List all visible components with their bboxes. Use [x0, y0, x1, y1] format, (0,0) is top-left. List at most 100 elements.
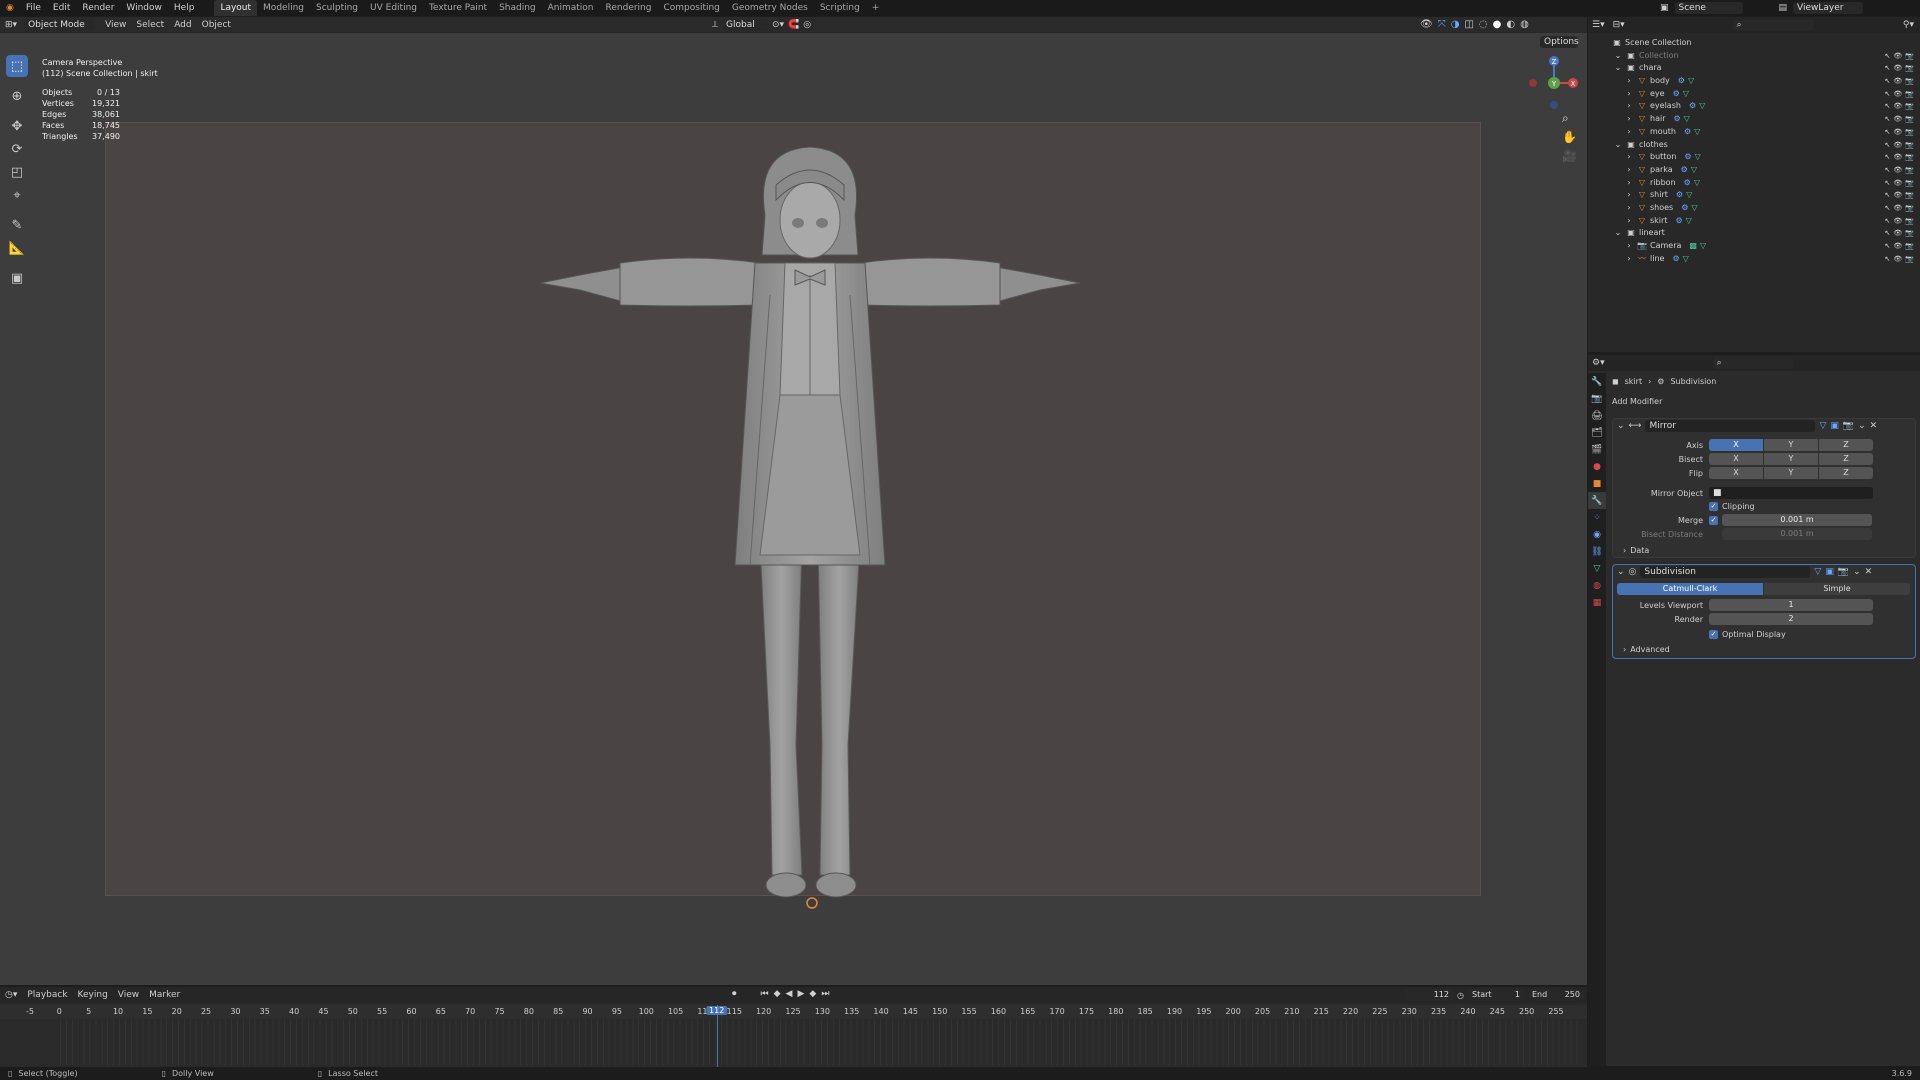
mesh-data-icon[interactable]: ▽	[1686, 189, 1692, 202]
eye-icon[interactable]: 👁	[1893, 62, 1902, 75]
merge-checkbox[interactable]: ✓	[1709, 515, 1718, 525]
select-toggle-icon[interactable]: ↖	[1885, 100, 1891, 113]
render-toggle-icon[interactable]: 📷	[1843, 421, 1854, 431]
menu-timeline-view[interactable]: View	[113, 987, 144, 1003]
expand-chevron-icon[interactable]: ›	[1624, 253, 1634, 266]
outliner-row-line[interactable]: › 〰 line ⚙ ▽ ↖ 👁 📷	[1588, 253, 1920, 266]
eye-icon[interactable]: 👁	[1893, 126, 1902, 139]
modifier-indicator-icon[interactable]: ⚙	[1684, 177, 1691, 190]
eye-icon[interactable]: 👁	[1893, 113, 1902, 126]
options-button[interactable]: Options	[1540, 36, 1579, 48]
eye-icon[interactable]: 👁	[1893, 139, 1902, 152]
expand-chevron-icon[interactable]: ›	[1624, 88, 1634, 101]
select-toggle-icon[interactable]: ↖	[1885, 75, 1891, 88]
eye-icon[interactable]: 👁	[1893, 240, 1902, 253]
play-reverse-icon[interactable]: ◀	[786, 989, 793, 999]
rendered-shading-icon[interactable]: ◍	[1520, 19, 1529, 30]
modifier-indicator-icon[interactable]: ⚙	[1672, 253, 1679, 266]
outliner-row-button[interactable]: › ▽ button ⚙ ▽ ↖ 👁 📷	[1588, 151, 1920, 164]
bisect-y-toggle[interactable]: Y	[1764, 453, 1818, 465]
select-toggle-icon[interactable]: ↖	[1885, 215, 1891, 228]
expand-chevron-icon[interactable]: ›	[1624, 164, 1634, 177]
modifier-indicator-icon[interactable]: ⚙	[1675, 215, 1682, 228]
eye-icon[interactable]: 👁	[1893, 189, 1902, 202]
eye-icon[interactable]: 👁	[1893, 227, 1902, 240]
rotate-tool-icon[interactable]: ⟳	[6, 138, 28, 160]
modifier-indicator-icon[interactable]: ⚙	[1681, 164, 1688, 177]
mesh-data-icon[interactable]: ▽	[1683, 253, 1689, 266]
axis-y-toggle[interactable]: Y	[1764, 439, 1818, 451]
outliner-row-mouth[interactable]: › ▽ mouth ⚙ ▽ ↖ 👁 📷	[1588, 126, 1920, 139]
expand-chevron-icon[interactable]: ⌄	[1613, 50, 1623, 63]
menu-file[interactable]: File	[20, 0, 47, 16]
mesh-data-icon[interactable]: ▽	[1700, 240, 1706, 253]
expand-chevron-icon[interactable]: ›	[1624, 75, 1634, 88]
render-camera-icon[interactable]: 📷	[1905, 88, 1914, 101]
view-layer-selector[interactable]: ViewLayer	[1793, 2, 1864, 14]
tool-tab-icon[interactable]: 🔧	[1588, 373, 1606, 390]
overlay-icon[interactable]: ◑	[1451, 19, 1460, 30]
outliner-row-hair[interactable]: › ▽ hair ⚙ ▽ ↖ 👁 📷	[1588, 113, 1920, 126]
flip-z-toggle[interactable]: Z	[1819, 467, 1873, 479]
menu-render[interactable]: Render	[76, 0, 120, 16]
modifier-indicator-icon[interactable]: ⚙	[1684, 151, 1691, 164]
collapse-chevron-icon[interactable]: ⌄	[1617, 421, 1625, 431]
render-camera-icon[interactable]: 📷	[1905, 50, 1914, 63]
expand-chevron-icon[interactable]: ›	[1624, 126, 1634, 139]
texture-tab-icon[interactable]: ▦	[1588, 594, 1606, 611]
menu-playback[interactable]: Playback	[22, 987, 72, 1003]
modifier-tab-icon[interactable]: 🔧	[1588, 492, 1606, 509]
edit-mode-toggle-icon[interactable]: ▽	[1814, 567, 1821, 577]
expand-chevron-icon[interactable]: ⌄	[1613, 139, 1623, 152]
modifier-indicator-icon[interactable]: ⚙	[1684, 126, 1691, 139]
axis-x-toggle[interactable]: X	[1709, 439, 1763, 451]
render-camera-icon[interactable]: 📷	[1905, 189, 1914, 202]
select-toggle-icon[interactable]: ↖	[1885, 88, 1891, 101]
outliner-row-skirt[interactable]: › ▽ skirt ⚙ ▽ ↖ 👁 📷	[1588, 215, 1920, 228]
expand-chevron-icon[interactable]: ›	[1624, 202, 1634, 215]
select-toggle-icon[interactable]: ↖	[1885, 113, 1891, 126]
mesh-data-icon[interactable]: ▽	[1691, 164, 1697, 177]
outliner-row-lineart[interactable]: ⌄ ▣ lineart ↖ 👁 📷	[1588, 227, 1920, 240]
render-camera-icon[interactable]: 📷	[1905, 151, 1914, 164]
outliner-row-eye[interactable]: › ▽ eye ⚙ ▽ ↖ 👁 📷	[1588, 88, 1920, 101]
transform-tool-icon[interactable]: ⌖	[6, 184, 28, 206]
merge-distance-field[interactable]: 0.001 m	[1722, 514, 1872, 526]
prev-keyframe-icon[interactable]: ◆	[774, 989, 781, 999]
simple-toggle[interactable]: Simple	[1764, 583, 1910, 595]
modifier-indicator-icon[interactable]: ⚙	[1673, 88, 1680, 101]
expand-chevron-icon[interactable]: ›	[1624, 151, 1634, 164]
mesh-data-icon[interactable]: ▽	[1688, 75, 1694, 88]
select-toggle-icon[interactable]: ↖	[1885, 62, 1891, 75]
render-camera-icon[interactable]: 📷	[1905, 113, 1914, 126]
select-toggle-icon[interactable]: ↖	[1885, 202, 1891, 215]
render-camera-icon[interactable]: 📷	[1905, 253, 1914, 266]
eye-icon[interactable]: 👁	[1893, 177, 1902, 190]
mirror-object-field[interactable]: ■	[1709, 487, 1873, 499]
pivot-icon[interactable]: ⊙▾	[772, 20, 784, 30]
outliner-row-eyelash[interactable]: › ▽ eyelash ⚙ ▽ ↖ 👁 📷	[1588, 100, 1920, 113]
timeline-editor-icon[interactable]: ◷▾	[0, 987, 22, 1003]
outliner-editor-icon[interactable]: ☰▾	[1592, 20, 1605, 30]
outliner-row-body[interactable]: › ▽ body ⚙ ▽ ↖ 👁 📷	[1588, 75, 1920, 88]
mesh-data-icon[interactable]: ▽	[1684, 113, 1690, 126]
select-toggle-icon[interactable]: ↖	[1885, 50, 1891, 63]
expand-chevron-icon[interactable]: ›	[1624, 215, 1634, 228]
menu-edit[interactable]: Edit	[47, 0, 76, 16]
viewport-toggle-icon[interactable]: ▣	[1825, 567, 1834, 577]
menu-window[interactable]: Window	[120, 0, 168, 16]
eye-icon[interactable]: 👁	[1893, 50, 1902, 63]
clipping-checkbox[interactable]: ✓	[1709, 502, 1718, 511]
orientation-selector[interactable]: Global	[722, 19, 769, 31]
navigation-gizmo[interactable]: Z X Y	[1520, 53, 1580, 113]
advanced-subpanel[interactable]: › Advanced	[1613, 645, 1915, 654]
snap-icon[interactable]: 🧲	[788, 20, 799, 30]
outliner-row-parka[interactable]: › ▽ parka ⚙ ▽ ↖ 👁 📷	[1588, 164, 1920, 177]
playhead-frame-label[interactable]: 112	[706, 1006, 728, 1015]
levels-viewport-field[interactable]: 1	[1709, 599, 1873, 611]
eye-icon[interactable]: 👁	[1893, 215, 1902, 228]
menu-keying[interactable]: Keying	[73, 987, 113, 1003]
select-toggle-icon[interactable]: ↖	[1885, 151, 1891, 164]
tab-geometry-nodes[interactable]: Geometry Nodes	[726, 0, 814, 16]
modifier-indicator-icon[interactable]: ⚙	[1678, 75, 1685, 88]
